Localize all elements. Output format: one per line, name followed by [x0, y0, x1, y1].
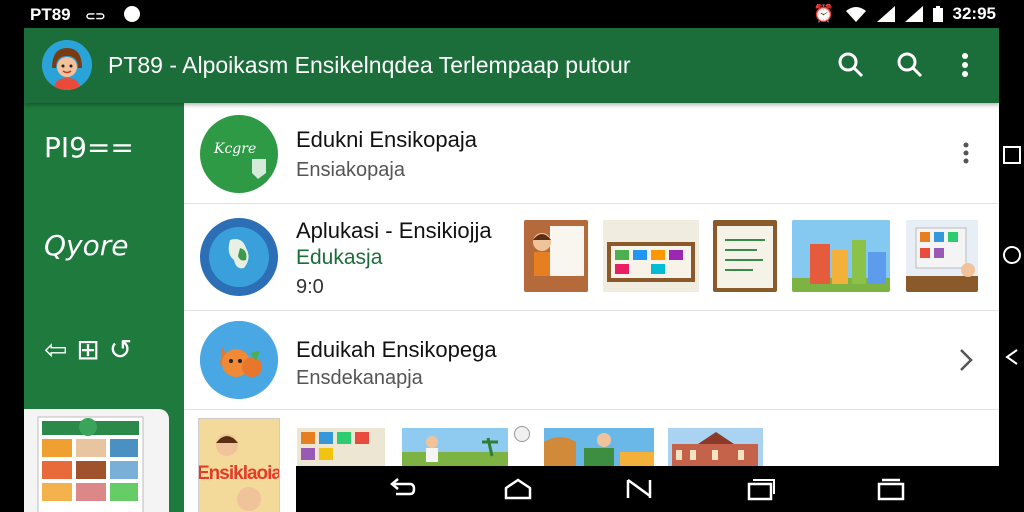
fox-illustration: [200, 321, 278, 399]
activity-sheet-image: [297, 428, 385, 468]
navigation-bar: [296, 466, 999, 512]
signal-icon-2: [904, 6, 923, 22]
poster-image: [713, 220, 777, 292]
school-image: [544, 428, 654, 468]
thumbnail-image[interactable]: [402, 428, 508, 468]
globe-icon: [200, 218, 278, 296]
list-item[interactable]: Aplukasi - Ensikiojja Edukasja 9:0: [184, 204, 999, 311]
sidebar-item-2[interactable]: Qyore: [44, 229, 128, 262]
search-icon[interactable]: [836, 50, 866, 80]
thumbnail-image[interactable]: [792, 220, 890, 292]
battery-icon: [932, 6, 943, 22]
circle-nav-icon[interactable]: [1001, 244, 1023, 266]
avatar[interactable]: [42, 40, 92, 90]
field-image: [402, 428, 508, 468]
thumbnail-image[interactable]: [297, 428, 385, 468]
fox-icon: [200, 321, 278, 399]
row-title: Edukni Ensikopaja: [296, 127, 478, 152]
thumbnail-image[interactable]: [603, 220, 699, 292]
recents-icon[interactable]: [624, 476, 654, 502]
signal-icon: [876, 6, 895, 22]
avatar-illustration: [42, 40, 92, 90]
row-title: Eduikah Ensikopega: [296, 337, 497, 362]
book-cover-title: Ensiklaoia: [198, 463, 280, 484]
square-nav-icon[interactable]: [1001, 144, 1023, 166]
book-brochure-image: [37, 416, 144, 512]
row-title: Aplukasi - Ensikiojja: [296, 218, 492, 243]
leaf-icon: [252, 159, 266, 179]
notification-icon: [124, 6, 141, 22]
row-subtitle: Ensiakopaja: [296, 159, 405, 181]
thumbnail-image[interactable]: [668, 428, 763, 468]
child-reading-image: [524, 220, 588, 292]
status-bar: PT89 ⊂⊃ ⏰ 32:95: [0, 0, 1024, 28]
sidebar-item-1[interactable]: PI9==: [44, 131, 134, 164]
globe-illustration: [209, 227, 269, 287]
wifi-icon: [845, 7, 866, 22]
thumbnail-image[interactable]: [544, 428, 654, 468]
alarm-icon: ⏰: [813, 4, 835, 23]
row-subtitle: Ensdekanapja: [296, 367, 423, 389]
palace-image: [668, 428, 763, 468]
content-list: Kcgre Edukni Ensikopaja Ensiakopaja Aplu…: [184, 103, 999, 512]
status-bar-left: PT89 ⊂⊃: [30, 5, 141, 25]
screenshot-icon[interactable]: [746, 476, 776, 502]
list-item[interactable]: Kcgre Edukni Ensikopaja Ensiakopaja: [184, 103, 999, 204]
sidebar: PI9== Qyore ⇦ ⊞ ↺: [24, 103, 184, 512]
app-bar: PT89 - Alpoikasm Ensikelnqdea Terlempaap…: [24, 28, 999, 103]
book-cover-image[interactable]: Ensiklaoia: [198, 418, 280, 512]
search-icon-2[interactable]: [895, 50, 925, 80]
app-screen: PT89 - Alpoikasm Ensikelnqdea Terlempaap…: [24, 28, 999, 512]
home-icon[interactable]: [503, 476, 533, 502]
status-carrier-text: PT89: [30, 5, 71, 24]
app-title: PT89 - Alpoikasm Ensikelnqdea Terlempaap…: [108, 52, 631, 78]
chevron-right-icon[interactable]: [956, 347, 976, 373]
buildings-image: [792, 220, 890, 292]
sidebar-book-card[interactable]: [24, 409, 169, 512]
row-value: 9:0: [296, 276, 324, 298]
back-icon[interactable]: [386, 476, 416, 502]
list-item[interactable]: Eduikah Ensikopega Ensdekanapja: [184, 311, 999, 410]
badge-icon: [514, 426, 530, 442]
thumbnail-image[interactable]: [524, 220, 588, 292]
classroom-image: [906, 220, 978, 292]
sidebar-item-3[interactable]: ⇦ ⊞ ↺: [44, 333, 132, 366]
status-time: 32:95: [952, 4, 996, 23]
app-icon: Kcgre: [200, 115, 278, 193]
back-nav-icon[interactable]: [1001, 346, 1023, 368]
thumbnail-image[interactable]: [713, 220, 777, 292]
board-image: [603, 220, 699, 292]
link-icon: ⊂⊃: [85, 9, 106, 23]
more-vert-icon[interactable]: [950, 50, 980, 80]
window-icon[interactable]: [876, 476, 906, 502]
status-bar-right: ⏰ 32:95: [813, 4, 996, 24]
row-category: Edukasja: [296, 246, 383, 269]
thumbnail-image[interactable]: [906, 220, 978, 292]
more-vert-icon[interactable]: [954, 141, 978, 165]
